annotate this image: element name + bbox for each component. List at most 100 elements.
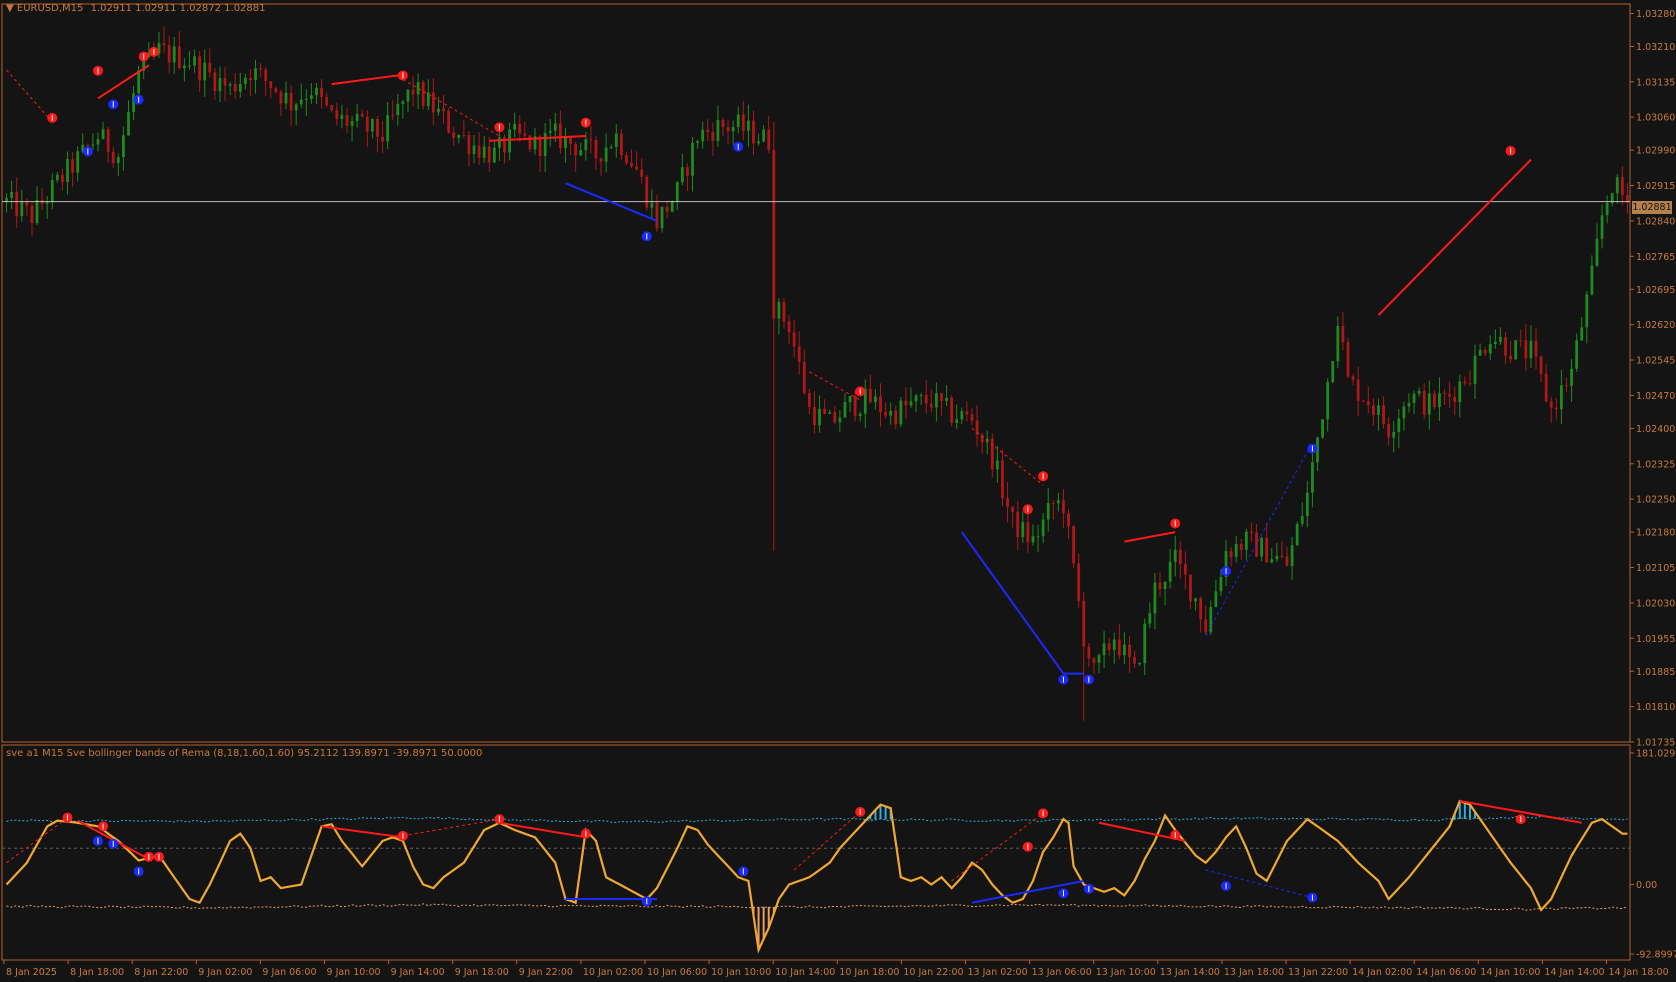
buy-arrow-icon <box>1083 883 1094 894</box>
candle-body <box>376 118 379 137</box>
candle-body <box>223 77 227 86</box>
candle-body <box>86 144 90 146</box>
dropdown-triangle-icon[interactable]: ▼ <box>6 3 14 14</box>
candle-body <box>20 202 24 217</box>
candle-body <box>858 413 862 416</box>
osc-tick-label: 0.00 <box>1636 880 1657 891</box>
candle-body <box>706 129 710 133</box>
candle-body <box>884 412 887 416</box>
candle-body <box>1260 537 1264 557</box>
candle-body <box>1107 643 1111 650</box>
candle-body <box>482 146 486 158</box>
candle-body <box>868 388 872 403</box>
candle-body <box>564 136 567 148</box>
buy-arrow-icon <box>133 866 144 877</box>
candle-body <box>208 62 212 73</box>
candle-body <box>264 69 268 82</box>
candle-body <box>604 147 608 162</box>
chart-canvas[interactable]: 1.03280 1.03210 1.03135 1.03060 1.02990 1.029… <box>0 0 1676 982</box>
price-tick-label: 1.02030 <box>1636 598 1675 609</box>
candle-body <box>929 403 933 408</box>
symbol-header[interactable]: ▼ EURUSD,M15 1.02911 1.02911 1.02872 1.0… <box>6 3 266 14</box>
candle-body <box>1087 646 1091 659</box>
candle-body <box>1199 598 1203 620</box>
current-price-tag: 1.02881 <box>1632 201 1672 214</box>
candle-body <box>518 123 522 134</box>
candle-body <box>1102 643 1106 656</box>
candle-body <box>995 460 999 470</box>
candle-body <box>188 65 191 67</box>
price-tick-label: 1.03060 <box>1636 113 1675 124</box>
candle-body <box>1422 390 1426 415</box>
candle-body <box>1056 500 1060 504</box>
time-tick-label: 13 Jan 22:00 <box>1288 967 1348 978</box>
candle-body <box>218 77 222 92</box>
candle-body <box>1117 639 1121 656</box>
candle-body <box>1509 355 1512 360</box>
candle-body <box>132 93 135 112</box>
candle-body <box>1443 393 1446 395</box>
candle-body <box>894 410 898 425</box>
candle-body <box>838 417 842 423</box>
candle-body <box>950 397 954 423</box>
sell-arrow-icon <box>580 117 591 128</box>
candle-body <box>238 84 242 92</box>
candle-body <box>543 132 547 156</box>
candle-body <box>823 408 827 414</box>
candle-body <box>523 133 527 136</box>
price-tick-label: 1.02470 <box>1636 391 1675 402</box>
candle-body <box>1229 551 1233 558</box>
candle-body <box>701 129 705 142</box>
price-tick-label: 1.01955 <box>1636 634 1675 645</box>
candle-body <box>1290 545 1294 567</box>
candle-body <box>782 301 786 322</box>
candle-body <box>1158 582 1162 590</box>
price-tick-label: 1.03280 <box>1636 9 1675 20</box>
candle-body <box>447 110 451 133</box>
sell-arrow-icon <box>1038 471 1049 482</box>
candle-body <box>1387 423 1391 438</box>
candle-body <box>396 103 400 116</box>
sell-arrow-icon <box>855 386 866 397</box>
candle-body <box>1133 657 1136 664</box>
candle-body <box>1239 543 1243 550</box>
candle-body <box>111 151 115 164</box>
candle-body <box>818 408 821 426</box>
time-tick-label: 8 Jan 22:00 <box>134 967 188 978</box>
candle-body <box>1062 500 1065 514</box>
candle-body <box>1493 341 1497 345</box>
candle-body <box>370 118 374 132</box>
candle-body <box>457 134 461 138</box>
sell-arrow-icon <box>153 851 164 862</box>
candle-body <box>487 146 491 163</box>
candle-body <box>106 129 110 152</box>
indicator-label[interactable]: sve a1 M15 Sve bollinger bands of Rema (… <box>6 748 482 759</box>
candle-body <box>980 434 984 443</box>
candle-body <box>747 120 750 131</box>
candle-body <box>1067 513 1070 527</box>
candle-body <box>259 68 263 70</box>
time-tick-label: 9 Jan 18:00 <box>455 967 509 978</box>
price-tick-label: 1.02400 <box>1636 424 1675 435</box>
candle-body <box>1504 336 1507 356</box>
candle-body <box>1295 523 1299 546</box>
candle-body <box>1438 393 1441 407</box>
buy-arrow-icon <box>1307 443 1318 454</box>
candle-body <box>1270 559 1274 563</box>
sell-arrow-icon <box>1170 518 1181 529</box>
candle-body <box>919 394 923 396</box>
time-tick-label: 10 Jan 22:00 <box>903 967 963 978</box>
candle-body <box>726 127 730 132</box>
candle-body <box>960 411 964 420</box>
price-tick-label: 1.01735 <box>1636 738 1675 749</box>
candle-body <box>1234 543 1238 558</box>
sell-arrow-icon <box>93 65 104 76</box>
candle-body <box>696 141 699 143</box>
candle-body <box>914 395 918 402</box>
candle-body <box>548 130 552 133</box>
price-tick-label: 1.02840 <box>1636 216 1675 227</box>
candle-body <box>762 129 766 142</box>
candle-body <box>1300 516 1304 524</box>
candle-body <box>1305 492 1309 517</box>
ohlc-values: 1.02911 1.02911 1.02872 1.02881 <box>90 3 266 14</box>
